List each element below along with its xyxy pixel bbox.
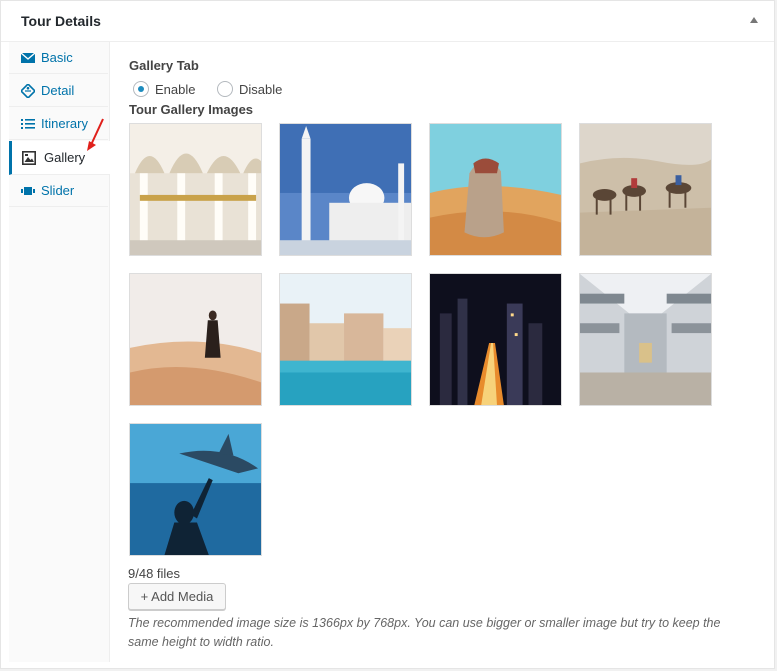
gallery-icon xyxy=(22,151,36,165)
gallery-thumb-walking-dunes[interactable] xyxy=(129,273,262,406)
tour-details-panel: Tour Details Basic Detail Itinerary Gall… xyxy=(0,0,775,669)
camel-caravan-image xyxy=(580,124,711,255)
disable-radio-circle[interactable] xyxy=(217,81,233,97)
tab-label-basic: Basic xyxy=(41,50,73,65)
tab-detail[interactable]: Detail xyxy=(9,75,108,107)
shopping-mall-image xyxy=(580,274,711,405)
enable-radio-label: Enable xyxy=(155,82,196,97)
gallery-thumb-shopping-mall[interactable] xyxy=(579,273,712,406)
gallery-thumb-night-city[interactable] xyxy=(429,273,562,406)
radio-selected-dot xyxy=(138,86,144,92)
tab-slider[interactable]: Slider xyxy=(9,175,108,207)
gallery-thumb-aquarium-shark[interactable] xyxy=(129,423,262,556)
file-count: 9/48 files xyxy=(128,566,181,581)
desert-woman-image xyxy=(430,124,561,255)
list-icon xyxy=(21,119,35,129)
night-city-image xyxy=(430,274,561,405)
tab-label-detail: Detail xyxy=(41,83,75,98)
panel-header: Tour Details xyxy=(1,1,774,42)
slider-icon xyxy=(21,187,35,195)
gallery-thumb-desert-woman[interactable] xyxy=(429,123,562,256)
pointer-arrow-icon xyxy=(87,118,104,151)
tab-label-gallery: Gallery xyxy=(44,150,86,165)
tab-label-itinerary: Itinerary xyxy=(41,116,88,131)
add-media-button[interactable]: + Add Media xyxy=(128,583,226,610)
gallery-thumb-pool-buildings[interactable] xyxy=(279,273,412,406)
gallery-images-label: Tour Gallery Images xyxy=(129,102,254,117)
gallery-thumb-camel-caravan[interactable] xyxy=(579,123,712,256)
envelope-icon xyxy=(21,52,35,63)
enable-radio-circle[interactable] xyxy=(133,81,149,97)
tag-icon xyxy=(21,84,35,98)
white-mosque-image xyxy=(280,124,411,255)
walking-dunes-image xyxy=(130,274,261,405)
collapse-toggle-icon[interactable] xyxy=(750,17,758,23)
panel-title: Tour Details xyxy=(21,13,101,29)
tab-label-slider: Slider xyxy=(41,183,75,198)
gallery-thumb-white-mosque[interactable] xyxy=(279,123,412,256)
aquarium-shark-image xyxy=(130,424,261,555)
disable-radio-label: Disable xyxy=(239,82,283,97)
gallery-tab-label: Gallery Tab xyxy=(129,58,199,73)
mosque-arches-image xyxy=(130,124,261,255)
pool-buildings-image xyxy=(280,274,411,405)
gallery-thumb-mosque-arches[interactable] xyxy=(129,123,262,256)
recommended-size-note: The recommended image size is 1366px by … xyxy=(128,616,721,649)
tab-basic[interactable]: Basic xyxy=(9,42,108,74)
